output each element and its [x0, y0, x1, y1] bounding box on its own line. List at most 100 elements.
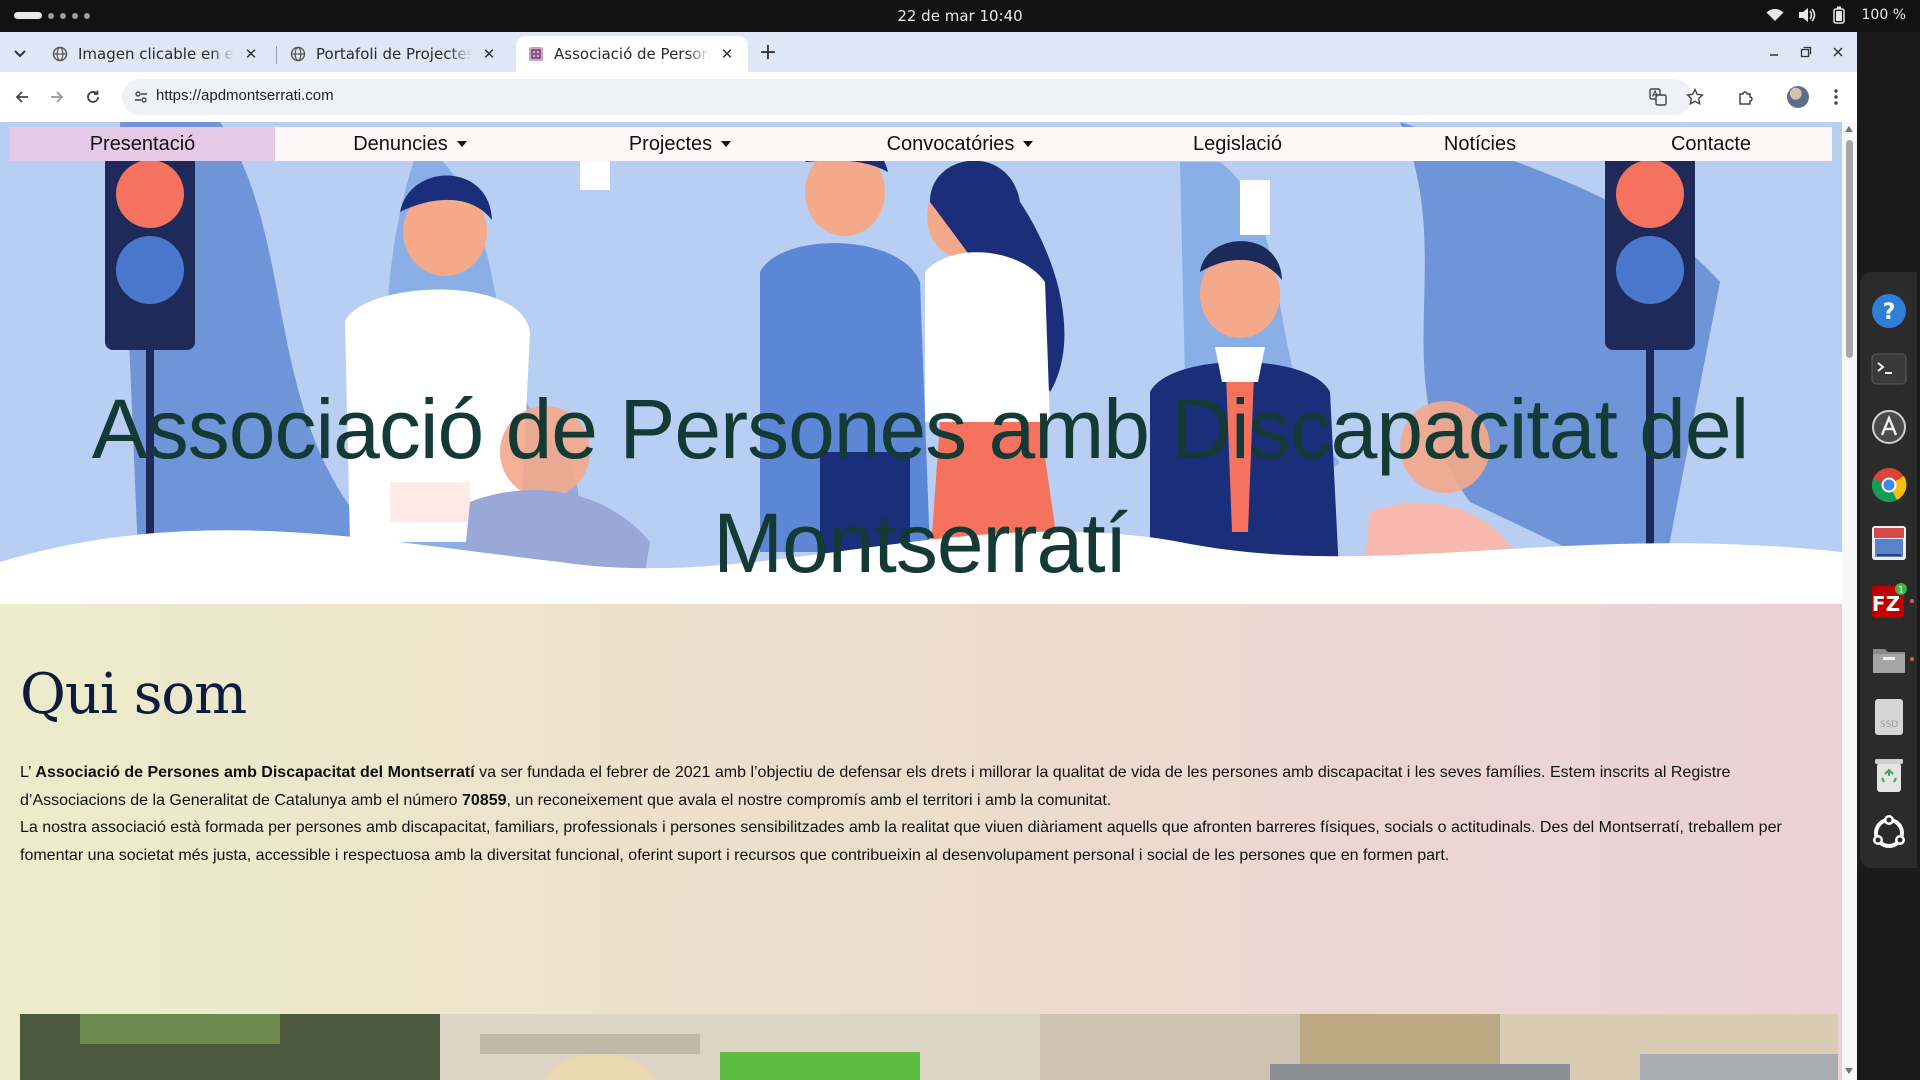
nav-item-label: Contacte: [1670, 132, 1752, 155]
browser-toolbar: https://apdmontserrati.com: [0, 72, 1857, 122]
reload-button[interactable]: [81, 85, 105, 109]
volume-icon: [1798, 6, 1816, 24]
clock[interactable]: 22 de mar 10:40: [0, 7, 1920, 25]
minimize-button[interactable]: [1762, 42, 1786, 62]
software-updater-icon[interactable]: [1870, 408, 1908, 446]
close-tab-icon[interactable]: ✕: [480, 45, 498, 63]
hero-title: Associació de Persones amb Discapacitat …: [91, 382, 1750, 590]
reload-icon: [87, 90, 99, 103]
tab-title: Imagen clicable en enlace: [78, 45, 234, 63]
nav-item-noticies[interactable]: Notícies: [1370, 127, 1590, 161]
site-favicon-icon: [528, 46, 544, 62]
nav-item-contacte[interactable]: Contacte: [1590, 127, 1832, 161]
tab-title: Associació de Persones amb: [554, 45, 710, 63]
puzzle-icon: [1739, 91, 1753, 105]
scrollbar-thumb[interactable]: [1846, 140, 1853, 358]
browser-window: Imagen clicable en enlace ✕ Portafoli de…: [0, 32, 1857, 1080]
close-tab-icon[interactable]: ✕: [718, 45, 736, 63]
page-viewport: Presentació Denuncies Projectes Convocat…: [0, 122, 1842, 1080]
running-indicator: [1910, 657, 1914, 661]
site-info-icon[interactable]: [132, 88, 150, 106]
settings-app-icon[interactable]: [1870, 814, 1908, 852]
tab-imagen-clicable[interactable]: Imagen clicable en enlace ✕: [40, 36, 272, 72]
close-icon: [1833, 47, 1843, 57]
tab-title: Portafoli de Projectes | Ju: [316, 45, 472, 63]
dock-panel: ? FZ 1 SSD: [1860, 272, 1917, 868]
caret-down-icon: [1023, 141, 1034, 147]
bookmark-star-icon[interactable]: [1685, 87, 1705, 107]
translate-icon[interactable]: [1648, 87, 1668, 107]
nav-item-presentacio[interactable]: Presentació: [10, 127, 275, 161]
wifi-icon: [1766, 6, 1784, 24]
avatar: [1787, 86, 1809, 108]
arrow-left-icon: [15, 91, 28, 103]
new-tab-button[interactable]: +: [756, 40, 780, 65]
battery-percent: 100 %: [1861, 7, 1906, 23]
tab-strip: Imagen clicable en enlace ✕ Portafoli de…: [0, 32, 1857, 72]
system-status-area[interactable]: 100 %: [1766, 6, 1906, 24]
street-photo: [20, 1014, 1838, 1080]
url-text[interactable]: https://apdmontserrati.com: [156, 87, 334, 104]
site-navigation: Presentació Denuncies Projectes Convocat…: [10, 127, 1832, 161]
files-icon[interactable]: [1870, 640, 1914, 678]
close-window-button[interactable]: [1826, 42, 1850, 62]
profile-button[interactable]: [1786, 85, 1810, 109]
nav-item-label: Legislació: [1193, 132, 1282, 155]
association-name: Associació de Persones amb Discapacitat …: [35, 764, 475, 781]
scroll-down-arrow-icon[interactable]: [1845, 1068, 1853, 1074]
arrow-right-icon: [51, 91, 64, 103]
chrome-icon[interactable]: [1870, 466, 1908, 504]
forward-button[interactable]: [45, 85, 69, 109]
restore-button[interactable]: [1794, 42, 1818, 62]
about-section: Qui som L’ Associació de Persones amb Di…: [0, 604, 1842, 1080]
tab-associacio[interactable]: Associació de Persones amb ✕: [516, 36, 748, 72]
nav-item-label: Projectes: [628, 132, 713, 155]
tab-portafoli[interactable]: Portafoli de Projectes | Ju ✕: [278, 36, 510, 72]
nav-item-legislacio[interactable]: Legislació: [1105, 127, 1370, 161]
tab-search-button[interactable]: [8, 42, 32, 66]
battery-icon: [1830, 6, 1848, 24]
street-photo-image: [20, 1014, 1838, 1080]
caret-down-icon: [456, 141, 467, 147]
registry-number: 70859: [462, 791, 507, 809]
svg-text:?: ?: [1883, 300, 1896, 325]
globe-icon: [52, 46, 68, 62]
filezilla-badge: 1: [1898, 586, 1904, 596]
section-heading: Qui som: [20, 662, 247, 727]
kebab-menu-icon: [1834, 89, 1838, 105]
minimize-icon: [1770, 54, 1778, 56]
scroll-up-arrow-icon[interactable]: [1845, 126, 1853, 132]
photo-app-icon[interactable]: [1870, 524, 1908, 562]
tab-separator: [276, 46, 277, 64]
nav-item-label: Convocatóries: [886, 132, 1015, 155]
nav-item-label: Notícies: [1443, 132, 1517, 155]
system-top-bar: 22 de mar 10:40 100 %: [0, 0, 1920, 32]
browser-menu-button[interactable]: [1824, 85, 1848, 109]
terminal-icon[interactable]: [1870, 350, 1908, 388]
application-dock: ? FZ 1 SSD: [1857, 32, 1920, 1080]
text-run: L’: [20, 764, 36, 781]
close-tab-icon[interactable]: ✕: [242, 45, 260, 63]
ssd-drive-icon[interactable]: SSD: [1870, 698, 1908, 736]
running-indicator: [1910, 599, 1914, 603]
caret-down-icon: [721, 141, 732, 147]
hero-banner: Presentació Denuncies Projectes Convocat…: [0, 122, 1842, 604]
globe-icon: [290, 46, 306, 62]
help-icon[interactable]: ?: [1870, 292, 1908, 330]
ssd-label: SSD: [1880, 720, 1898, 730]
chevron-down-icon: [14, 50, 26, 58]
page-scrollbar[interactable]: [1842, 122, 1857, 1080]
filezilla-icon[interactable]: FZ 1: [1870, 582, 1914, 620]
nav-item-label: Denuncies: [353, 132, 448, 155]
trash-icon[interactable]: [1870, 756, 1908, 794]
about-text: L’ Associació de Persones amb Discapacit…: [20, 759, 1820, 869]
restore-icon: [1800, 46, 1812, 58]
nav-item-projectes[interactable]: Projectes: [545, 127, 815, 161]
text-run: , un reconeixement que avala el nostre c…: [506, 791, 1112, 809]
about-paragraph: La nostra associació està formada per pe…: [20, 819, 1782, 864]
nav-item-denuncies[interactable]: Denuncies: [275, 127, 545, 161]
address-bar[interactable]: https://apdmontserrati.com: [122, 79, 1704, 115]
nav-item-convocatories[interactable]: Convocatóries: [815, 127, 1105, 161]
extensions-button[interactable]: [1734, 85, 1758, 109]
back-button[interactable]: [10, 85, 34, 109]
